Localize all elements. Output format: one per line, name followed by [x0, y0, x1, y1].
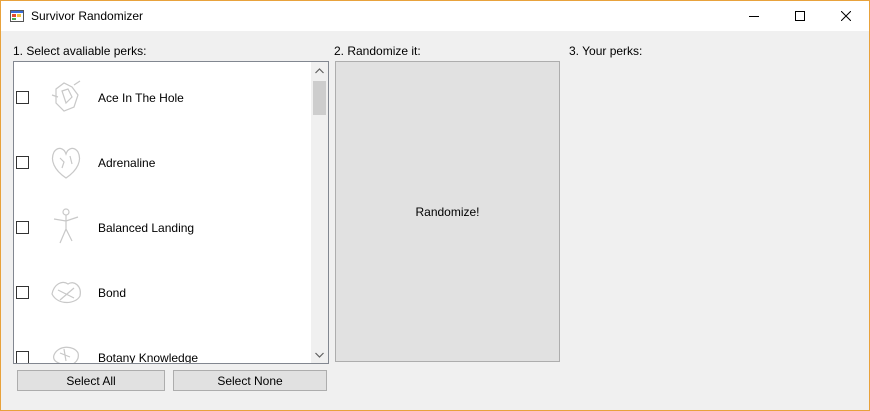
perk-checkbox[interactable]	[16, 91, 29, 104]
botany-knowledge-icon	[53, 346, 79, 363]
scroll-down-button[interactable]	[311, 346, 328, 363]
maximize-button[interactable]	[777, 1, 823, 31]
title-bar[interactable]: Survivor Randomizer	[1, 1, 869, 31]
chevron-up-icon	[315, 67, 324, 73]
balanced-landing-icon	[53, 208, 79, 244]
list-item[interactable]: Balanced Landing	[14, 197, 310, 257]
perk-checkbox[interactable]	[16, 156, 29, 169]
randomize-button[interactable]: Randomize!	[335, 61, 560, 362]
window-title: Survivor Randomizer	[31, 9, 144, 23]
list-item[interactable]: Ace In The Hole	[14, 67, 310, 127]
list-item[interactable]: Bond	[14, 262, 310, 322]
perk-checklist[interactable]: Ace In The Hole Adrenaline Balanced Land…	[13, 61, 329, 364]
list-item[interactable]: Botany Knowledge	[14, 327, 310, 364]
maximize-icon	[795, 11, 805, 21]
scroll-up-button[interactable]	[311, 62, 328, 79]
perk-checkbox[interactable]	[16, 351, 29, 363]
vertical-scrollbar[interactable]	[311, 62, 328, 363]
scrollbar-thumb[interactable]	[313, 81, 326, 115]
select-all-button[interactable]: Select All	[17, 370, 165, 391]
minimize-icon	[749, 16, 759, 17]
randomize-label: 2. Randomize it:	[334, 44, 421, 58]
ace-in-the-hole-icon	[51, 80, 81, 112]
app-icon	[10, 10, 24, 22]
minimize-button[interactable]	[731, 1, 777, 31]
select-perks-label: 1. Select avaliable perks:	[13, 44, 147, 58]
perk-name: Ace In The Hole	[98, 91, 184, 105]
bond-icon	[51, 281, 81, 304]
select-none-button[interactable]: Select None	[173, 370, 327, 391]
perk-name: Botany Knowledge	[98, 351, 199, 364]
perk-checkbox[interactable]	[16, 221, 29, 234]
chevron-down-icon	[315, 352, 324, 358]
adrenaline-icon	[51, 147, 81, 179]
your-perks-label: 3. Your perks:	[569, 44, 643, 58]
perk-name: Adrenaline	[98, 156, 156, 170]
list-item[interactable]: Adrenaline	[14, 132, 310, 192]
close-icon	[841, 11, 851, 21]
close-button[interactable]	[823, 1, 869, 31]
perk-checkbox[interactable]	[16, 286, 29, 299]
perk-name: Balanced Landing	[98, 221, 195, 235]
main-window: Survivor Randomizer 1. Select avaliable …	[0, 0, 870, 411]
perk-name: Bond	[98, 286, 127, 300]
